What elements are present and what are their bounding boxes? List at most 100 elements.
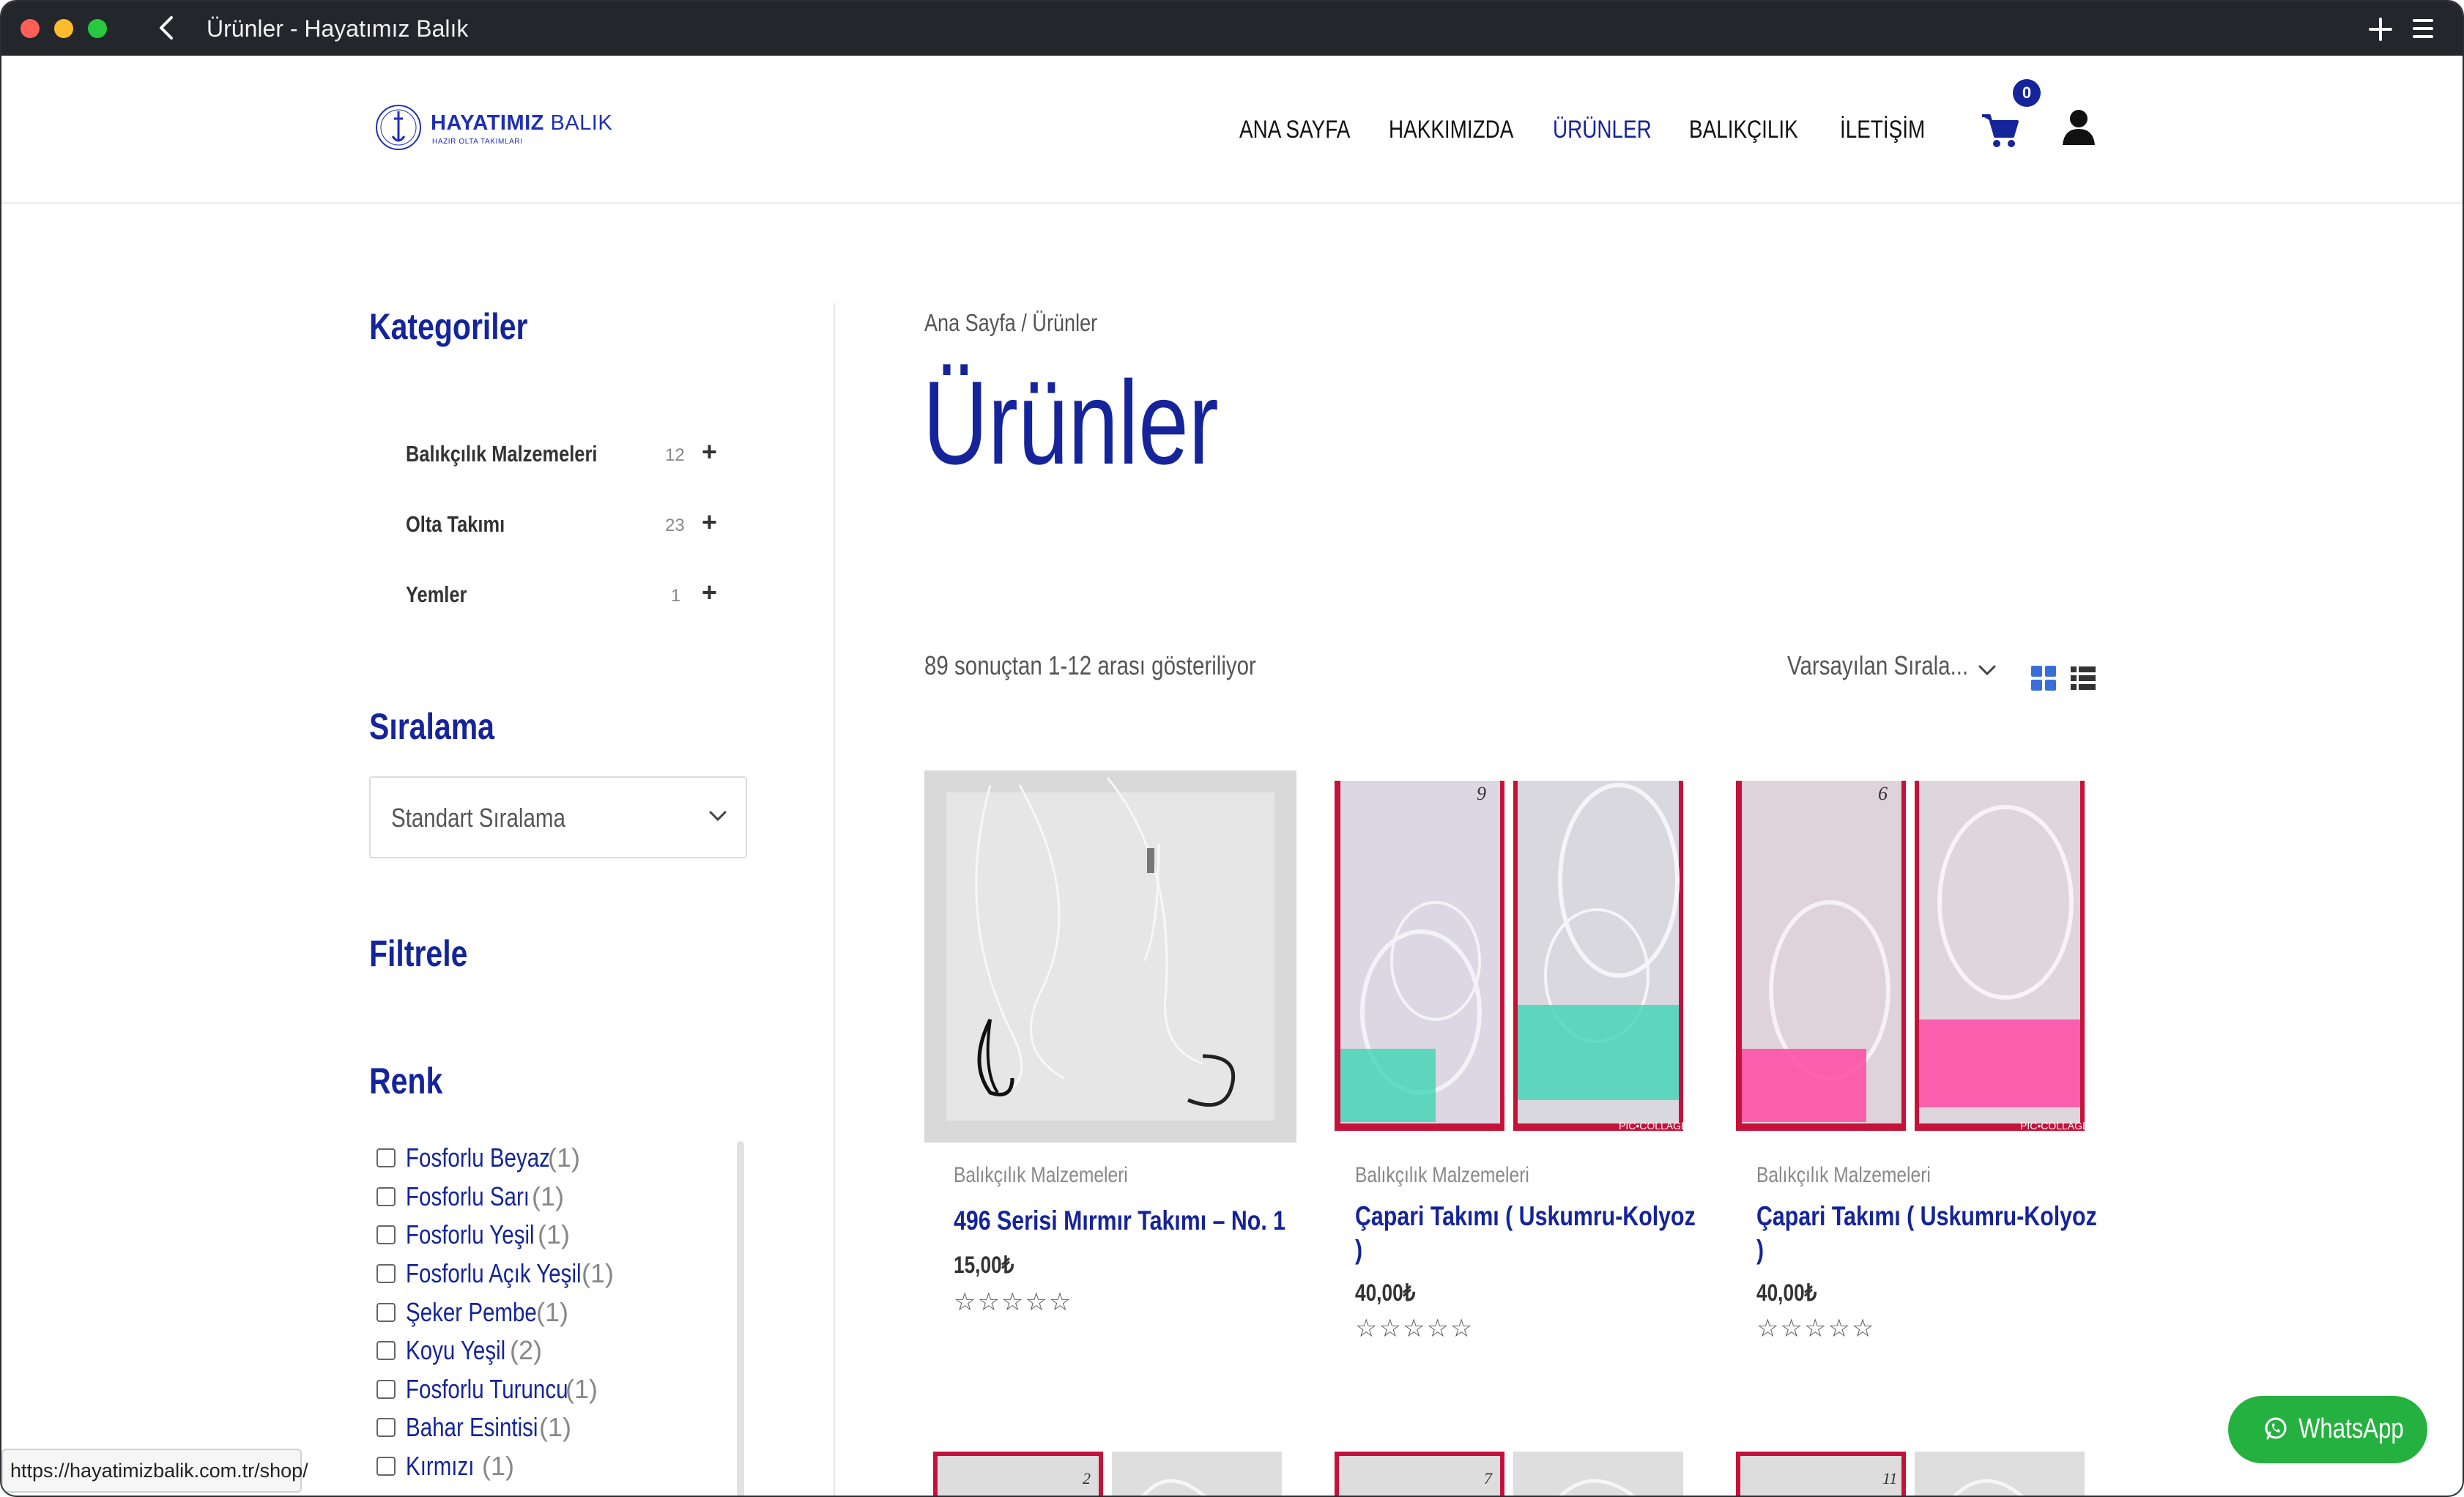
product-title-line1: Çapari Takımı ( Uskumru-Kolyoz (1756, 1201, 2097, 1231)
product-price-text: 15,00₺ (954, 1252, 1014, 1278)
category-name-text: Yemler (406, 582, 467, 607)
checkbox[interactable] (376, 1303, 396, 1322)
nav-hakkimizda[interactable]: HAKKIMIZDA (1389, 113, 1513, 146)
color-count: (2) (510, 1335, 542, 1365)
categories-heading: Kategoriler (369, 305, 563, 349)
color-count: (1) (539, 1412, 571, 1442)
checkbox[interactable] (376, 1380, 396, 1399)
color-heading-text: Renk (369, 1060, 443, 1102)
color-label-text: Fosforlu Turuncu (406, 1374, 568, 1404)
product-image[interactable]: 6 PIC•COLLAGE (1727, 770, 2099, 1143)
nav-urunler[interactable]: ÜRÜNLER (1553, 113, 1652, 146)
category-name[interactable]: Olta Takımı (406, 511, 527, 538)
color-count: (1) (565, 1374, 598, 1404)
product-title[interactable]: 496 Serisi Mırmır Takımı – No. 1 (954, 1204, 1359, 1238)
sorting-select[interactable]: Standart Sıralama (369, 776, 747, 858)
product-title-line2: ) (1355, 1235, 1363, 1265)
logo-name-bold: HAYATIMIZ (431, 111, 544, 135)
expand-plus-icon[interactable]: + (702, 507, 717, 538)
cart-count-badge: 0 (2013, 79, 2041, 107)
color-label-text: Fosforlu Açık Yeşil (406, 1258, 582, 1288)
site-logo[interactable]: HAYATIMIZ BALIK HAZIR OLTA TAKIMLARI (372, 94, 621, 167)
category-count: 12 (665, 445, 685, 465)
checkbox[interactable] (376, 1148, 396, 1167)
product-title[interactable]: Çapari Takımı ( Uskumru-Kolyoz ) (1756, 1200, 2172, 1267)
rating-stars-icon: ☆☆☆☆☆ (954, 1288, 1073, 1316)
color-count: (1) (536, 1297, 568, 1327)
nav-ana-sayfa[interactable]: ANA SAYFA (1239, 113, 1350, 146)
filter-heading-text: Filtrele (369, 933, 468, 974)
result-count: 89 sonuçtan 1-12 arası gösteriliyor (924, 650, 1329, 681)
category-name[interactable]: Balıkçılık Malzemeleri (406, 441, 639, 467)
category-name-text: Olta Takımı (406, 511, 505, 537)
product-price-text: 40,00₺ (1756, 1279, 1817, 1306)
product-category[interactable]: Balıkçılık Malzemeleri (954, 1163, 1166, 1188)
grid-view-icon[interactable] (2030, 665, 2057, 691)
product-image[interactable]: 2 (933, 1452, 1285, 1496)
new-tab-icon[interactable] (2366, 10, 2395, 53)
checkbox[interactable] (376, 1264, 396, 1283)
category-item[interactable]: Yemler 1 + (406, 574, 728, 618)
product-title-line1: Çapari Takımı ( Uskumru-Kolyoz (1355, 1201, 1696, 1231)
sorting-select-text: Standart Sıralama (391, 803, 565, 833)
chevron-down-icon[interactable] (1976, 659, 1998, 681)
color-label-text: Fosforlu Yeşil (406, 1219, 535, 1249)
logo-name-light: BALIK (550, 111, 613, 135)
product-title[interactable]: Çapari Takımı ( Uskumru-Kolyoz ) (1355, 1200, 1770, 1267)
whatsapp-button[interactable]: WhatsApp (2228, 1396, 2427, 1463)
expand-plus-icon[interactable]: + (702, 577, 717, 608)
product-image[interactable]: 9 PIC•COLLAGE (1326, 770, 1698, 1143)
product-price: 40,00₺ (1355, 1279, 1428, 1307)
list-view-icon[interactable] (2070, 665, 2096, 691)
whatsapp-label-text: WhatsApp (2298, 1414, 2404, 1444)
product-category[interactable]: Balıkçılık Malzemeleri (1355, 1163, 1567, 1188)
orderby-select[interactable]: Varsayılan Sırala... (1787, 650, 2008, 681)
rating-stars-icon: ☆☆☆☆☆ (1756, 1315, 1876, 1342)
orderby-select-text: Varsayılan Sırala... (1787, 650, 1969, 680)
whatsapp-label: WhatsApp (2298, 1414, 2427, 1445)
category-count: 1 (671, 586, 681, 606)
product-category-text: Balıkçılık Malzemeleri (1756, 1163, 1931, 1187)
image-watermark: PIC•COLLAGE (1619, 1120, 1688, 1132)
cart-icon[interactable] (1981, 110, 2020, 151)
zoom-window-button[interactable] (88, 19, 107, 38)
sorting-heading: Sıralama (369, 705, 522, 748)
product-image[interactable] (924, 770, 1296, 1143)
product-category[interactable]: Balıkçılık Malzemeleri (1756, 1163, 1969, 1188)
close-window-button[interactable] (21, 19, 40, 38)
back-icon[interactable] (152, 12, 182, 44)
expand-plus-icon[interactable]: + (702, 437, 717, 467)
product-image[interactable]: 7 (1335, 1452, 1686, 1496)
sorting-heading-text: Sıralama (369, 706, 494, 747)
checkbox[interactable] (376, 1418, 396, 1437)
category-name[interactable]: Yemler (406, 582, 480, 608)
nav-iletisim[interactable]: İLETİŞİM (1840, 113, 1925, 146)
category-item[interactable]: Balıkçılık Malzemeleri 12 + (406, 434, 728, 478)
category-item[interactable]: Olta Takımı 23 + (406, 504, 728, 548)
checkbox[interactable] (376, 1341, 396, 1360)
product-image[interactable]: 11 (1736, 1452, 2088, 1496)
minimize-window-button[interactable] (54, 19, 73, 38)
product-number-mark: 9 (1477, 783, 1486, 804)
breadcrumb[interactable]: Ana Sayfa / Ürünler (924, 309, 1135, 337)
page-title: Ürünler (923, 350, 1312, 497)
nav-balikcilik[interactable]: BALIKÇILIK (1689, 113, 1798, 146)
menu-icon[interactable] (2408, 12, 2438, 53)
logo-emblem-icon (376, 105, 421, 150)
product-category-text: Balıkçılık Malzemeleri (1355, 1163, 1529, 1187)
color-label[interactable]: Kırmızı (406, 1451, 489, 1482)
logo-text: HAYATIMIZ BALIK (431, 111, 612, 135)
checkbox[interactable] (376, 1457, 396, 1476)
color-count: (1) (532, 1181, 564, 1211)
user-account-icon[interactable] (2061, 108, 2096, 146)
sidebar-scrollbar[interactable] (737, 1141, 744, 1496)
category-name-text: Balıkçılık Malzemeleri (406, 441, 598, 467)
color-label-text: Fosforlu Beyaz (406, 1143, 550, 1173)
rating-stars-icon: ☆☆☆☆☆ (1355, 1315, 1474, 1342)
checkbox[interactable] (376, 1225, 396, 1244)
browser-window: Ürünler - Hayatımız Balık HAYATIMIZ BALI… (0, 0, 2464, 1497)
chevron-down-icon (709, 811, 727, 822)
checkbox[interactable] (376, 1187, 396, 1206)
product-price: 15,00₺ (954, 1251, 1027, 1279)
product-number-mark: 7 (1484, 1469, 1493, 1487)
